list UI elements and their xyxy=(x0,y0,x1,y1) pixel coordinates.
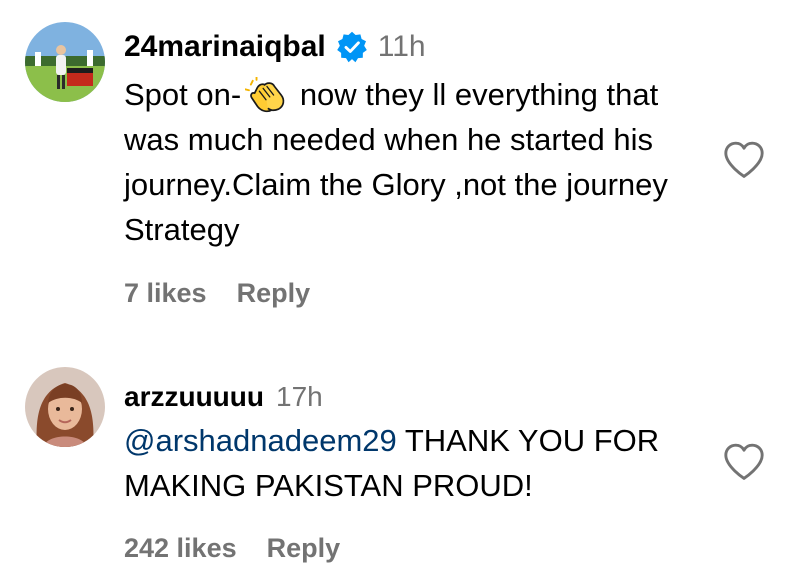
avatar-image xyxy=(25,367,105,447)
timestamp: 11h xyxy=(377,30,426,63)
mention-link[interactable]: @arshadnadeem29 xyxy=(124,423,397,458)
comment-header: 24marinaiqbal 11h xyxy=(124,26,426,68)
avatar[interactable] xyxy=(25,22,105,102)
avatar-image xyxy=(25,22,105,102)
comment-actions: 7 likes Reply xyxy=(124,275,310,311)
like-heart-icon[interactable] xyxy=(722,442,766,482)
like-heart-icon[interactable] xyxy=(722,140,766,180)
comment-text: @arshadnadeem29 THANK YOU FOR MAKING PAK… xyxy=(124,418,724,508)
comment-text: Spot on- now they ll everything that was… xyxy=(124,72,714,252)
comment-header: arzzuuuuu 17h xyxy=(124,378,323,416)
username[interactable]: 24marinaiqbal xyxy=(124,30,326,64)
reply-button[interactable]: Reply xyxy=(267,533,341,564)
clapping-hands-emoji xyxy=(245,77,285,113)
comment-item: arzzuuuuu 17h @arshadnadeem29 THANK YOU … xyxy=(0,340,787,587)
verified-badge-icon xyxy=(336,31,367,63)
timestamp: 17h xyxy=(276,381,323,412)
username[interactable]: arzzuuuuu xyxy=(124,381,264,413)
likes-count[interactable]: 7 likes xyxy=(124,278,207,309)
avatar[interactable] xyxy=(25,367,105,447)
comment-actions: 242 likes Reply xyxy=(124,530,340,566)
likes-count[interactable]: 242 likes xyxy=(124,533,237,564)
comment-item: 24marinaiqbal 11h Spot on- now they ll e… xyxy=(0,0,787,330)
comment-text-part: Spot on- xyxy=(124,77,242,112)
reply-button[interactable]: Reply xyxy=(237,278,311,309)
